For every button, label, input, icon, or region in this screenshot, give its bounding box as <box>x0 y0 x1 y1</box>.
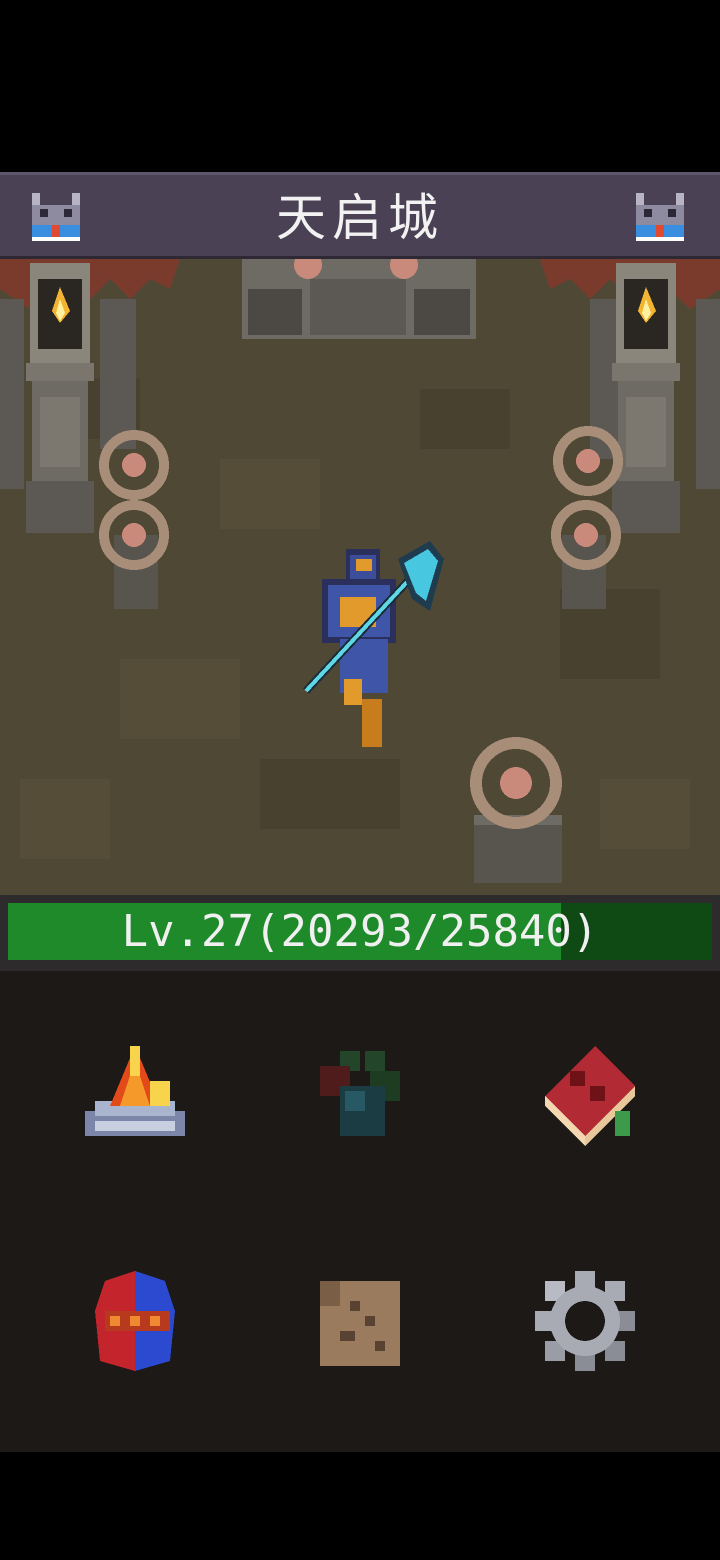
torch-pillar-right <box>612 263 680 533</box>
map-scroll-icon <box>320 1281 400 1366</box>
spellbook-button[interactable] <box>515 1026 655 1166</box>
campfire-button[interactable] <box>65 1026 205 1166</box>
potion-bag-icon <box>320 1051 400 1136</box>
campfire-icon <box>85 1046 185 1136</box>
equipment-button[interactable] <box>65 1251 205 1391</box>
title-bar: 天启城 <box>0 172 720 259</box>
game-scene[interactable] <box>0 259 720 895</box>
xp-bar: Lv.27(20293/25840) <box>8 903 712 960</box>
castle-icon[interactable] <box>636 193 684 241</box>
helmet-icon <box>95 1271 175 1371</box>
settings-button[interactable] <box>515 1251 655 1391</box>
level-label: Lv.27(20293/25840) <box>121 906 599 957</box>
page-title: 天启城 <box>276 189 444 247</box>
potion-bag-button[interactable] <box>290 1026 430 1166</box>
spellbook-icon <box>545 1046 635 1146</box>
main-menu <box>0 971 720 1452</box>
map-button[interactable] <box>290 1251 430 1391</box>
torch-pillar-left <box>26 263 94 533</box>
altar-block <box>242 259 476 339</box>
xp-bar-container: Lv.27(20293/25840) <box>0 895 720 971</box>
gear-icon <box>535 1271 635 1371</box>
